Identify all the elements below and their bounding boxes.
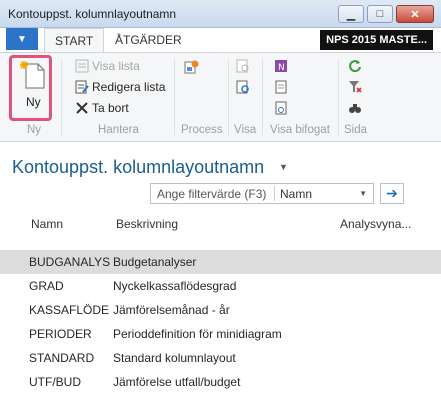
cell-beskrivning: Perioddefinition för minidiagram: [113, 327, 282, 341]
group-separator: [61, 59, 62, 135]
maximize-button[interactable]: □: [367, 5, 393, 23]
cell-beskrivning: Nyckelkassaflödesgrad: [113, 279, 237, 293]
edit-list-icon: [75, 80, 89, 94]
svg-text:N: N: [278, 63, 285, 73]
table-body: BUDGANALYS Budgetanalyser GRAD Nyckelkas…: [0, 250, 441, 394]
cell-namn: GRAD: [29, 279, 64, 293]
binoculars-icon: [348, 101, 362, 115]
link-icon: [274, 101, 288, 115]
column-header-analysvy[interactable]: Analysvyna...: [340, 217, 411, 231]
notes-icon: [274, 80, 288, 94]
cell-namn: PERIODER: [29, 327, 92, 341]
cell-namn: UTF/BUD: [29, 375, 81, 389]
new-button-label: Ny: [26, 95, 41, 109]
group-label-sida: Sida: [344, 124, 368, 136]
cell-beskrivning: Budgetanalyser: [113, 255, 197, 269]
cell-namn: BUDGANALYS: [29, 255, 111, 269]
edit-list-button[interactable]: Redigera lista: [75, 80, 165, 94]
group-label-ny: Ny: [27, 124, 42, 136]
clear-filter-icon: [348, 80, 362, 94]
group-separator: [228, 59, 229, 135]
view-list-button[interactable]: Visa lista: [75, 59, 140, 73]
arrow-right-icon: ➔: [386, 185, 398, 201]
group-label-visa-bifogat: Visa bifogat: [270, 124, 330, 136]
cell-beskrivning: Jämförelsemånad - år: [113, 303, 230, 317]
cell-beskrivning: Standard kolumnlayout: [113, 351, 236, 365]
tab-start[interactable]: START: [44, 28, 105, 52]
group-label-hantera: Hantera: [98, 124, 139, 136]
cell-beskrivning: Jämförelse utfall/budget: [113, 375, 241, 389]
view-document-icon: [236, 59, 250, 73]
new-button[interactable]: Ny: [9, 55, 52, 121]
cell-namn: KASSAFLÖDE: [29, 303, 110, 317]
table-row[interactable]: GRAD Nyckelkassaflödesgrad: [0, 274, 441, 298]
company-name[interactable]: NPS 2015 MASTE...: [320, 30, 433, 50]
group-label-process: Process: [181, 124, 223, 136]
filter-divider: [274, 186, 275, 201]
search-document-icon: [236, 80, 250, 94]
title-bar: Kontouppst. kolumnlayoutnamn ▁ □ ✕: [0, 0, 441, 28]
chevron-down-icon[interactable]: ▼: [359, 189, 367, 198]
ribbon-panel: Ny Ny Visa lista Redigera lista Ta bort …: [0, 52, 441, 142]
tab-start-label: START: [55, 34, 94, 48]
filter-field-select[interactable]: Namn: [280, 187, 312, 201]
onenote-icon: N: [274, 59, 288, 73]
onenote-button[interactable]: N: [274, 59, 288, 73]
search-input[interactable]: Ange filtervärde (F3): [157, 187, 266, 201]
group-label-visa: Visa: [234, 124, 257, 136]
chevron-down-icon: ▼: [17, 33, 27, 45]
maximize-icon: □: [376, 8, 384, 20]
find-button[interactable]: [348, 101, 362, 115]
group-separator: [174, 59, 175, 135]
cell-namn: STANDARD: [29, 351, 95, 365]
tab-atgarder[interactable]: ÅTGÄRDER: [115, 28, 182, 52]
process-icon: [184, 59, 199, 74]
clear-filter-button[interactable]: [348, 80, 362, 94]
ribbon-tabs: ▼ START ÅTGÄRDER NPS 2015 MASTE...: [0, 28, 441, 52]
table-row[interactable]: PERIODER Perioddefinition för minidiagra…: [0, 322, 441, 346]
table-row[interactable]: KASSAFLÖDE Jämförelsemånad - år: [0, 298, 441, 322]
notes-button[interactable]: [274, 80, 288, 94]
refresh-icon: [348, 59, 362, 73]
links-button[interactable]: [274, 101, 288, 115]
minimize-button[interactable]: ▁: [338, 5, 364, 23]
group-separator: [262, 59, 263, 135]
new-document-icon: [20, 61, 45, 89]
view-button[interactable]: [236, 59, 250, 73]
delete-icon: [75, 101, 89, 115]
minimize-icon: ▁: [346, 8, 356, 21]
close-icon: ✕: [410, 8, 420, 21]
view-list-icon: [75, 59, 89, 73]
chevron-down-icon[interactable]: ▼: [279, 162, 288, 172]
view-details-button[interactable]: [236, 80, 250, 94]
apply-filter-button[interactable]: ➔: [380, 183, 404, 204]
page-title: Kontouppst. kolumnlayoutnamn: [12, 157, 265, 177]
process-button[interactable]: [184, 59, 199, 74]
edit-list-label: Redigera lista: [92, 80, 166, 94]
refresh-button[interactable]: [348, 59, 362, 73]
window-title: Kontouppst. kolumnlayoutnamn: [8, 7, 177, 21]
table-row[interactable]: STANDARD Standard kolumnlayout: [0, 346, 441, 370]
filter-box: Ange filtervärde (F3) Namn ▼: [150, 183, 374, 204]
tab-atgarder-label: ÅTGÄRDER: [115, 33, 182, 47]
column-header-namn[interactable]: Namn: [31, 217, 63, 231]
delete-button[interactable]: Ta bort: [75, 101, 129, 115]
table-row[interactable]: BUDGANALYS Budgetanalyser: [0, 250, 441, 274]
delete-label: Ta bort: [92, 101, 129, 115]
column-header-beskrivning[interactable]: Beskrivning: [116, 217, 178, 231]
group-separator: [338, 59, 339, 135]
close-button[interactable]: ✕: [396, 5, 434, 23]
view-list-label: Visa lista: [92, 59, 140, 73]
app-menu-button[interactable]: ▼: [6, 28, 38, 50]
table-row[interactable]: UTF/BUD Jämförelse utfall/budget: [0, 370, 441, 394]
